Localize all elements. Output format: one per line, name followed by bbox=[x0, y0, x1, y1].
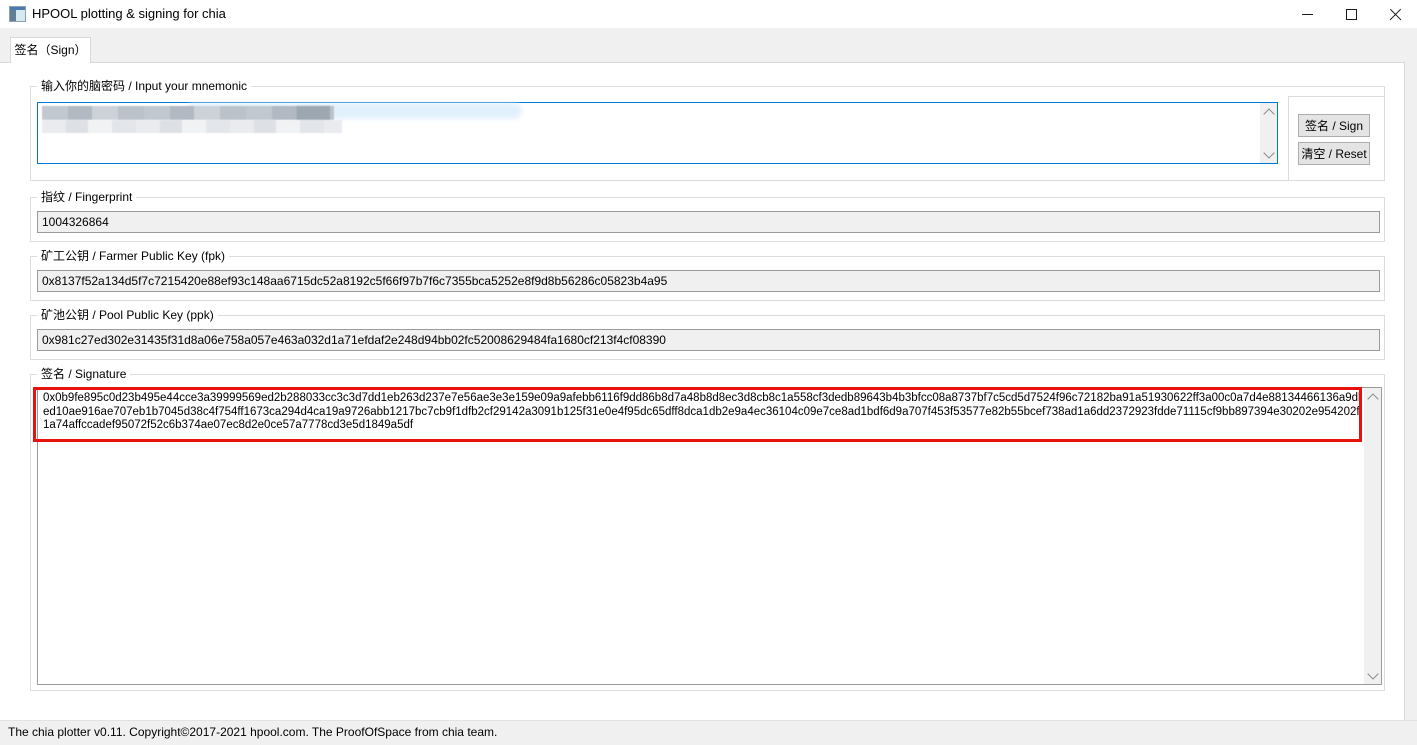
signature-line: ed10ae916ae707eb1b7045d38c4f754ff1673ca2… bbox=[43, 406, 1361, 420]
chevron-down-icon bbox=[1263, 147, 1274, 158]
fingerprint-field[interactable]: 1004326864 bbox=[37, 211, 1380, 233]
group-fingerprint: 指纹 / Fingerprint 1004326864 bbox=[30, 197, 1385, 242]
status-text: The chia plotter v0.11. Copyright©2017-2… bbox=[8, 725, 497, 739]
group-farmer-public-key-label: 矿工公钥 / Farmer Public Key (fpk) bbox=[37, 249, 229, 264]
signature-line: 1a74affccadef95072f52c6b374ae07ec8d2e0ce… bbox=[43, 419, 1361, 433]
redacted-mnemonic-blur-dark-block bbox=[296, 106, 330, 120]
group-signature: 签名 / Signature 0x0b9fe895c0d23b495e44cce… bbox=[30, 374, 1385, 691]
signature-line: 0x0b9fe895c0d23b495e44cce3a39999569ed2b2… bbox=[43, 392, 1361, 406]
close-icon bbox=[1389, 8, 1402, 21]
maximize-button[interactable] bbox=[1329, 0, 1373, 28]
pool-public-key-field[interactable]: 0x981c27ed302e31435f31d8a06e758a057e463a… bbox=[37, 329, 1380, 351]
scroll-down-button[interactable] bbox=[1364, 667, 1381, 684]
group-pool-public-key: 矿池公钥 / Pool Public Key (ppk) 0x981c27ed3… bbox=[30, 315, 1385, 360]
scroll-down-button[interactable] bbox=[1260, 146, 1277, 163]
group-mnemonic: 输入你的脑密码 / Input your mnemonic bbox=[30, 86, 1385, 181]
minimize-icon bbox=[1302, 14, 1313, 15]
group-actions: 签名 / Sign 清空 / Reset bbox=[1288, 96, 1385, 181]
minimize-button[interactable] bbox=[1285, 0, 1329, 28]
sign-button[interactable]: 签名 / Sign bbox=[1298, 114, 1370, 137]
farmer-public-key-field[interactable]: 0x8137f52a134d5f7c7215420e88ef93c148aa67… bbox=[37, 270, 1380, 292]
group-fingerprint-label: 指纹 / Fingerprint bbox=[37, 190, 136, 205]
group-farmer-public-key: 矿工公钥 / Farmer Public Key (fpk) 0x8137f52… bbox=[30, 256, 1385, 301]
chevron-up-icon bbox=[1263, 108, 1274, 119]
sign-tab-page: 输入你的脑密码 / Input your mnemonic 签名 / Sign … bbox=[0, 62, 1405, 720]
mnemonic-scrollbar[interactable] bbox=[1260, 103, 1277, 163]
signature-scrollbar[interactable] bbox=[1364, 388, 1381, 684]
tab-sign[interactable]: 签名（Sign） bbox=[10, 37, 91, 63]
mnemonic-textarea[interactable] bbox=[37, 102, 1278, 164]
title-bar: HPOOL plotting & signing for chia bbox=[0, 0, 1417, 28]
chevron-up-icon bbox=[1367, 393, 1378, 404]
group-pool-public-key-label: 矿池公钥 / Pool Public Key (ppk) bbox=[37, 308, 218, 323]
redacted-mnemonic-blur-row2 bbox=[42, 120, 342, 133]
reset-button[interactable]: 清空 / Reset bbox=[1298, 142, 1370, 165]
maximize-icon bbox=[1346, 9, 1357, 20]
signature-text: 0x0b9fe895c0d23b495e44cce3a39999569ed2b2… bbox=[43, 392, 1361, 433]
app-icon bbox=[9, 6, 26, 22]
signature-textarea[interactable]: 0x0b9fe895c0d23b495e44cce3a39999569ed2b2… bbox=[37, 387, 1382, 685]
scroll-up-button[interactable] bbox=[1260, 103, 1277, 120]
group-signature-label: 签名 / Signature bbox=[37, 367, 130, 382]
window-title: HPOOL plotting & signing for chia bbox=[32, 0, 226, 28]
scroll-up-button[interactable] bbox=[1364, 388, 1381, 405]
group-mnemonic-label: 输入你的脑密码 / Input your mnemonic bbox=[37, 79, 251, 94]
close-button[interactable] bbox=[1373, 0, 1417, 28]
chevron-down-icon bbox=[1367, 668, 1378, 679]
redacted-mnemonic-blur bbox=[42, 106, 334, 120]
status-bar: The chia plotter v0.11. Copyright©2017-2… bbox=[0, 720, 1417, 745]
